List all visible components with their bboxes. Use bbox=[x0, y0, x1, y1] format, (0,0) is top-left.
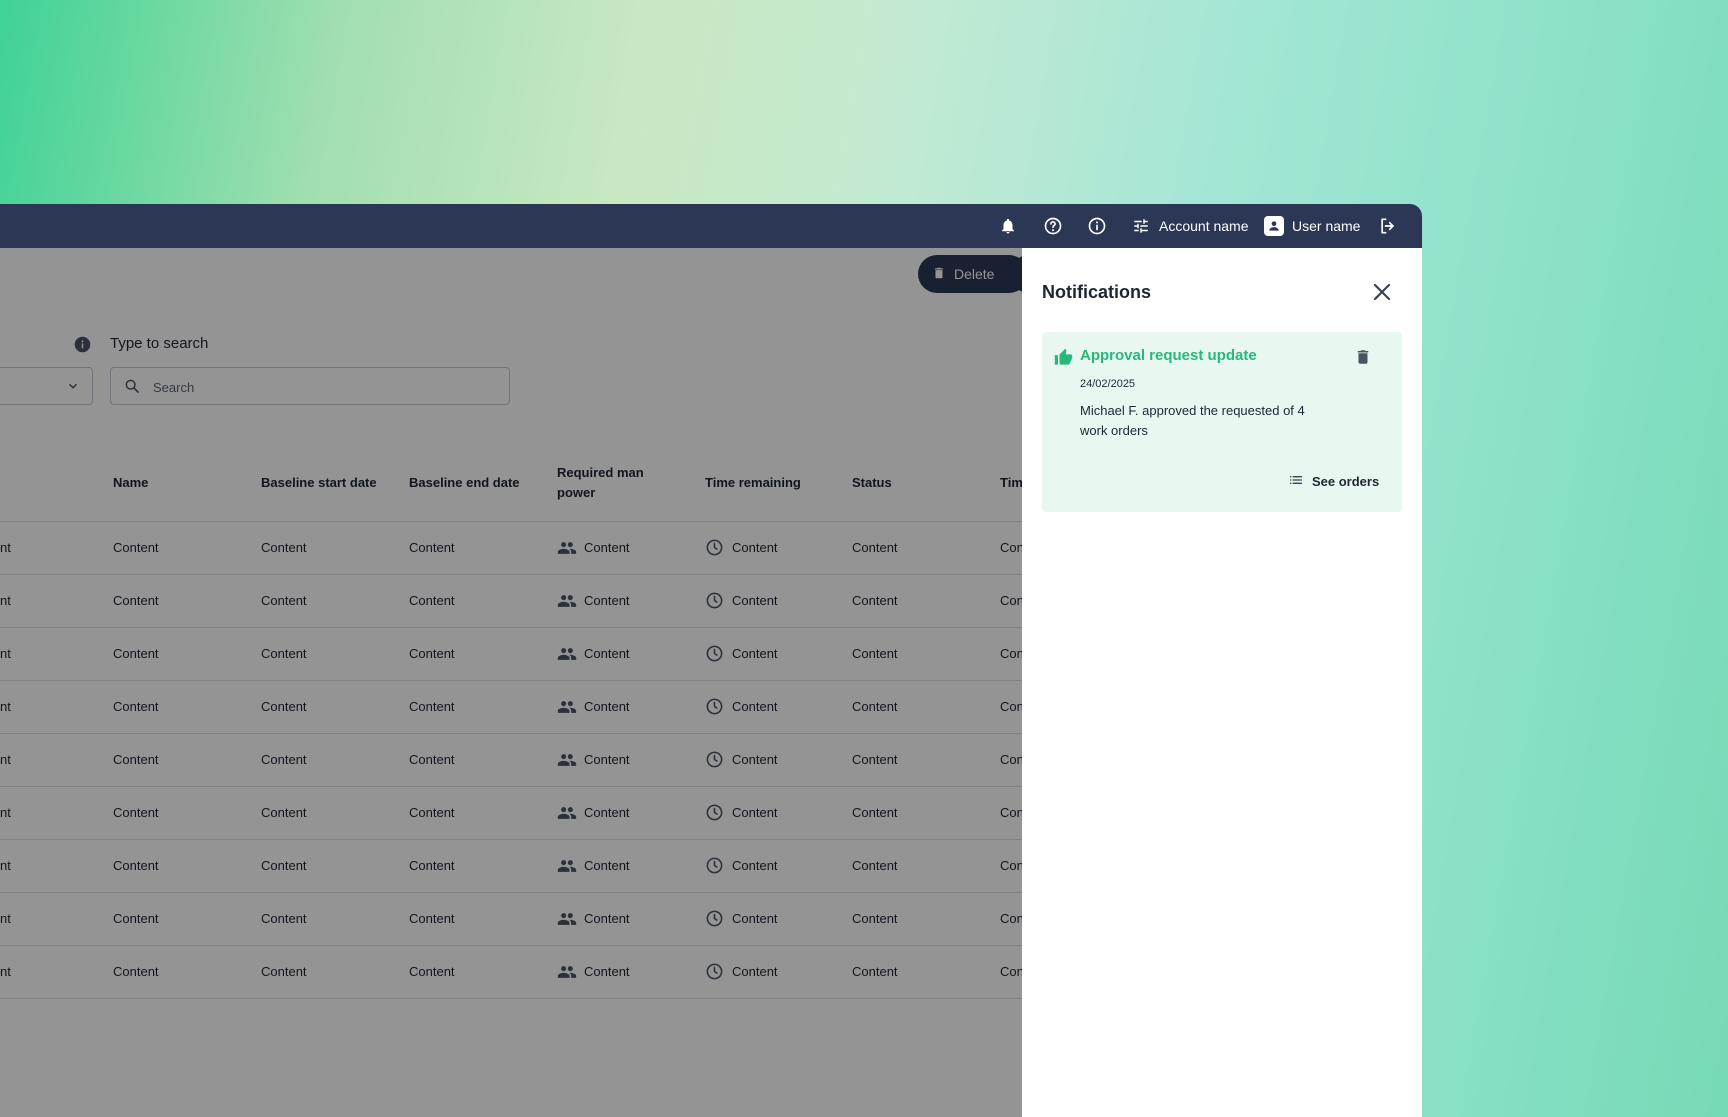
see-orders-link[interactable]: See orders bbox=[1288, 472, 1379, 491]
logout-icon[interactable] bbox=[1378, 216, 1398, 236]
top-bar: Account name User name bbox=[0, 204, 1422, 248]
account-name-label[interactable]: Account name bbox=[1159, 218, 1249, 234]
sliders-icon[interactable] bbox=[1131, 216, 1151, 236]
bell-icon[interactable] bbox=[998, 216, 1018, 236]
user-name-label[interactable]: User name bbox=[1292, 218, 1360, 234]
modal-backdrop[interactable] bbox=[0, 248, 1022, 1117]
see-orders-label: See orders bbox=[1312, 474, 1380, 489]
close-icon[interactable] bbox=[1370, 280, 1394, 304]
user-icon[interactable] bbox=[1264, 216, 1284, 236]
notification-card[interactable]: Approval request update 24/02/2025 Micha… bbox=[1042, 332, 1402, 512]
app-window: Account name User name Delete Type to se… bbox=[0, 204, 1422, 1117]
trash-icon[interactable] bbox=[1354, 348, 1374, 368]
list-icon bbox=[1288, 472, 1304, 491]
notification-date: 24/02/2025 bbox=[1080, 378, 1136, 390]
notifications-panel: Notifications Approval request update 24… bbox=[1022, 248, 1422, 1117]
panel-title: Notifications bbox=[1042, 282, 1152, 302]
thumbs-up-icon bbox=[1054, 348, 1074, 368]
notification-title: Approval request update bbox=[1080, 347, 1257, 364]
notification-message: Michael F. approved the requested of 4 w… bbox=[1080, 403, 1305, 438]
info-icon[interactable] bbox=[1087, 216, 1107, 236]
help-icon[interactable] bbox=[1043, 216, 1063, 236]
